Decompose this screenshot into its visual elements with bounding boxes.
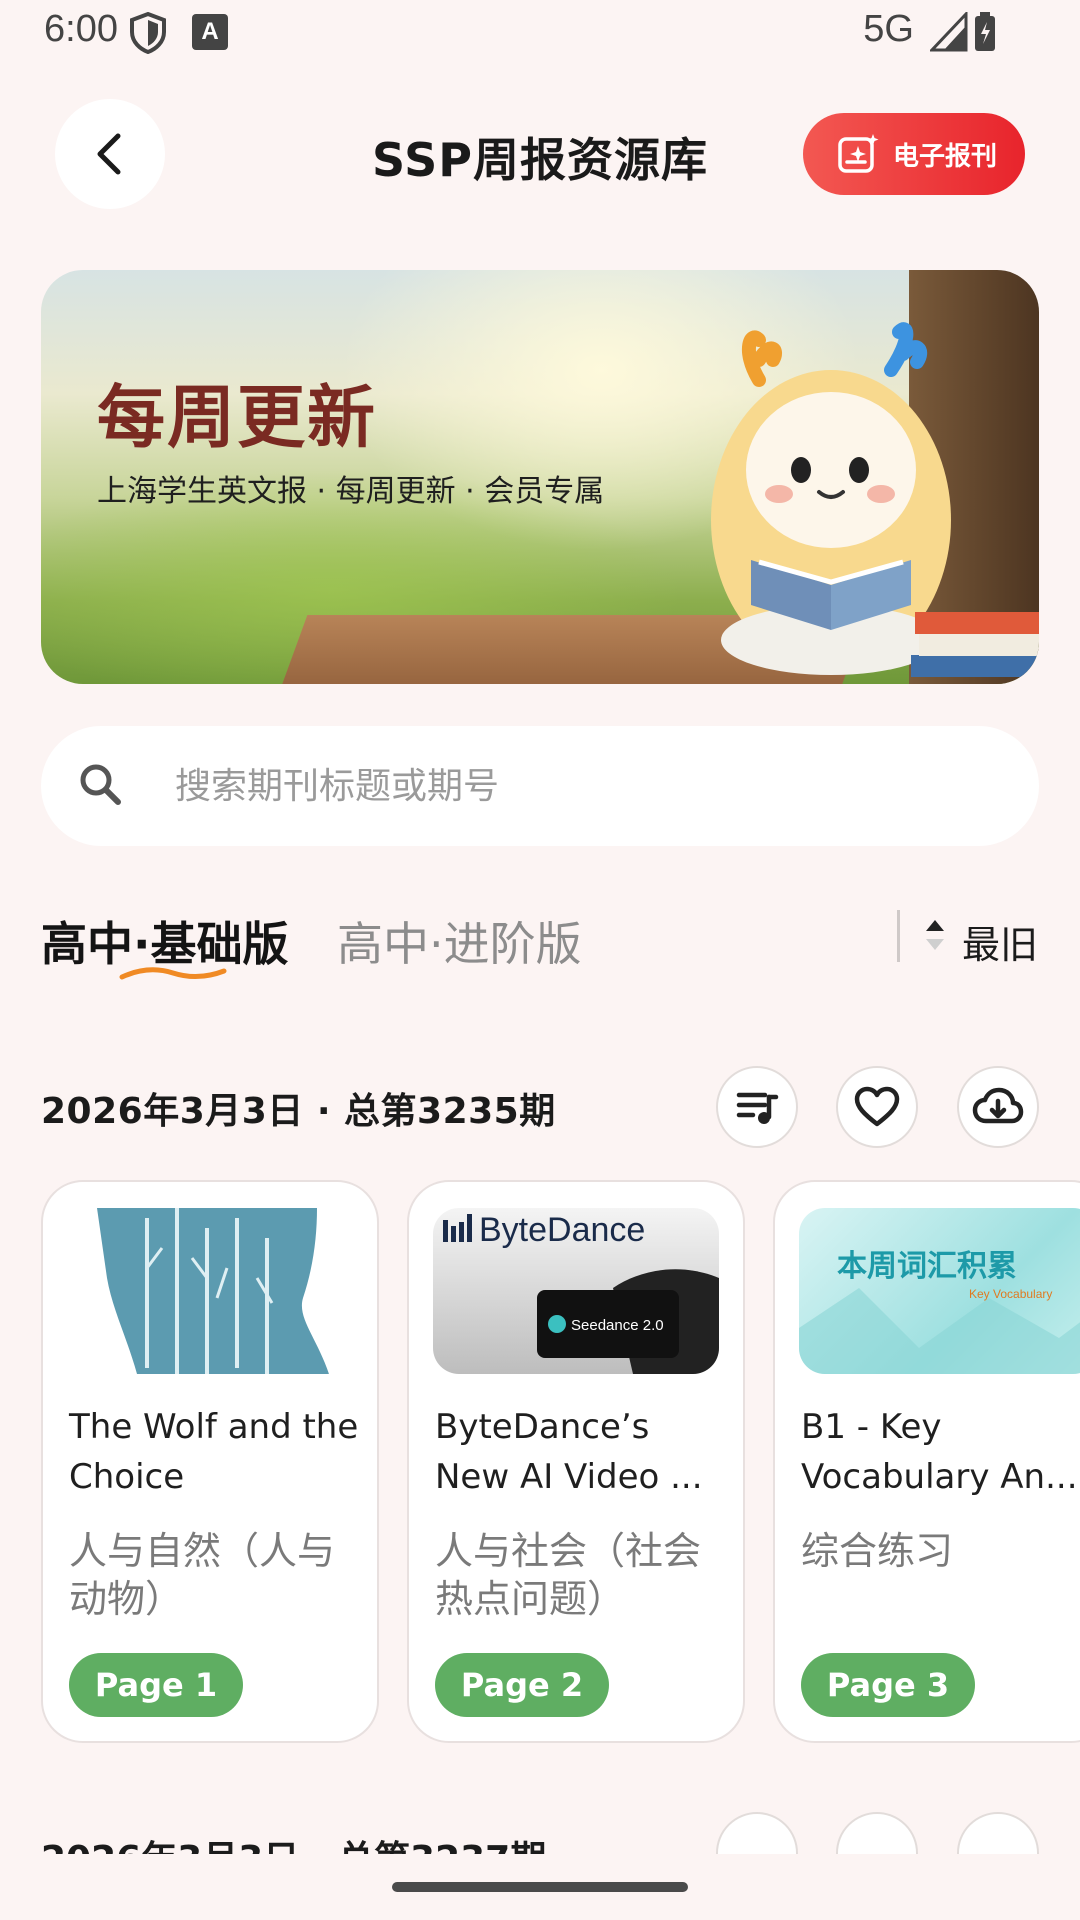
playlist-button[interactable] (716, 1066, 798, 1148)
tab-active-indicator (119, 967, 227, 980)
article-card[interactable]: ByteDance Seedance 2.0 ByteDance’s New A… (407, 1180, 745, 1743)
ejournal-button[interactable]: 电子报刊 (803, 113, 1025, 195)
article-card[interactable]: 本周词汇积累 Key Vocabulary B1 - Key Vocabular… (773, 1180, 1080, 1743)
thumbnail-brand-text: ByteDance (479, 1211, 645, 1249)
article-thumbnail: ByteDance Seedance 2.0 (433, 1208, 719, 1374)
download-button[interactable] (957, 1812, 1039, 1854)
battery-icon (975, 12, 995, 51)
books-illustration (911, 612, 1039, 677)
article-card[interactable]: The Wolf and the Choice 人与自然（人与动物） Page … (41, 1180, 379, 1743)
tab-high-school-advanced[interactable]: 高中·进阶版 (337, 908, 582, 974)
status-time: 6:00 (44, 8, 118, 50)
issue-title: 2026年3月3日 · 总第3235期 (41, 1091, 556, 1132)
article-category: 人与自然（人与动物） (69, 1529, 336, 1621)
ai-sparkle-icon (838, 134, 879, 173)
banner-subtitle: 上海学生英文报 · 每周更新 · 会员专属 (97, 474, 605, 509)
network-type: 5G (863, 8, 914, 50)
accessibility-icon: A (192, 14, 228, 50)
article-category: 人与社会（社会热点问题） (435, 1529, 702, 1621)
download-button[interactable] (957, 1066, 1039, 1148)
page-badge: Page 3 (801, 1653, 975, 1717)
page-badge: Page 1 (69, 1653, 243, 1717)
article-category: 综合练习 (801, 1529, 954, 1573)
playlist-icon (736, 1092, 779, 1124)
search-icon (80, 764, 121, 805)
banner-title: 每周更新 (97, 379, 378, 458)
heart-icon (854, 1086, 900, 1127)
banner[interactable]: 每周更新 上海学生英文报 · 每周更新 · 会员专属 (41, 270, 1039, 684)
article-thumbnail: 本周词汇积累 Key Vocabulary (799, 1208, 1080, 1374)
search-input[interactable] (175, 760, 975, 812)
article-title: The Wolf and the Choice (69, 1407, 359, 1497)
cloud-download-icon (972, 1087, 1024, 1124)
next-issue-row: 2026年3月3日 · 总第3237期 (0, 1800, 1080, 1854)
favorite-button[interactable] (836, 1066, 918, 1148)
thumbnail-vocab-sub: Key Vocabulary (969, 1287, 1052, 1301)
status-bar: 6:00 A 5G (0, 0, 1080, 64)
playlist-button[interactable] (716, 1812, 798, 1854)
favorite-button[interactable] (836, 1812, 918, 1854)
thumbnail-product-text: Seedance 2.0 (571, 1317, 664, 1334)
signal-icon (930, 12, 968, 52)
home-indicator[interactable] (392, 1882, 688, 1892)
sort-divider (897, 910, 900, 962)
sort-icon[interactable] (924, 918, 946, 952)
issue-title: 2026年3月3日 · 总第3237期 (41, 1830, 546, 1854)
article-thumbnail (67, 1208, 353, 1374)
article-title: B1 - Key Vocabulary An... (801, 1407, 1078, 1497)
thumbnail-vocab-heading: 本周词汇积累 (837, 1249, 1017, 1284)
article-title: ByteDance’s New AI Video ... (435, 1407, 703, 1497)
shield-icon (130, 12, 166, 54)
ejournal-label: 电子报刊 (893, 141, 998, 172)
sort-label[interactable]: 最旧 (962, 914, 1038, 969)
page-badge: Page 2 (435, 1653, 609, 1717)
